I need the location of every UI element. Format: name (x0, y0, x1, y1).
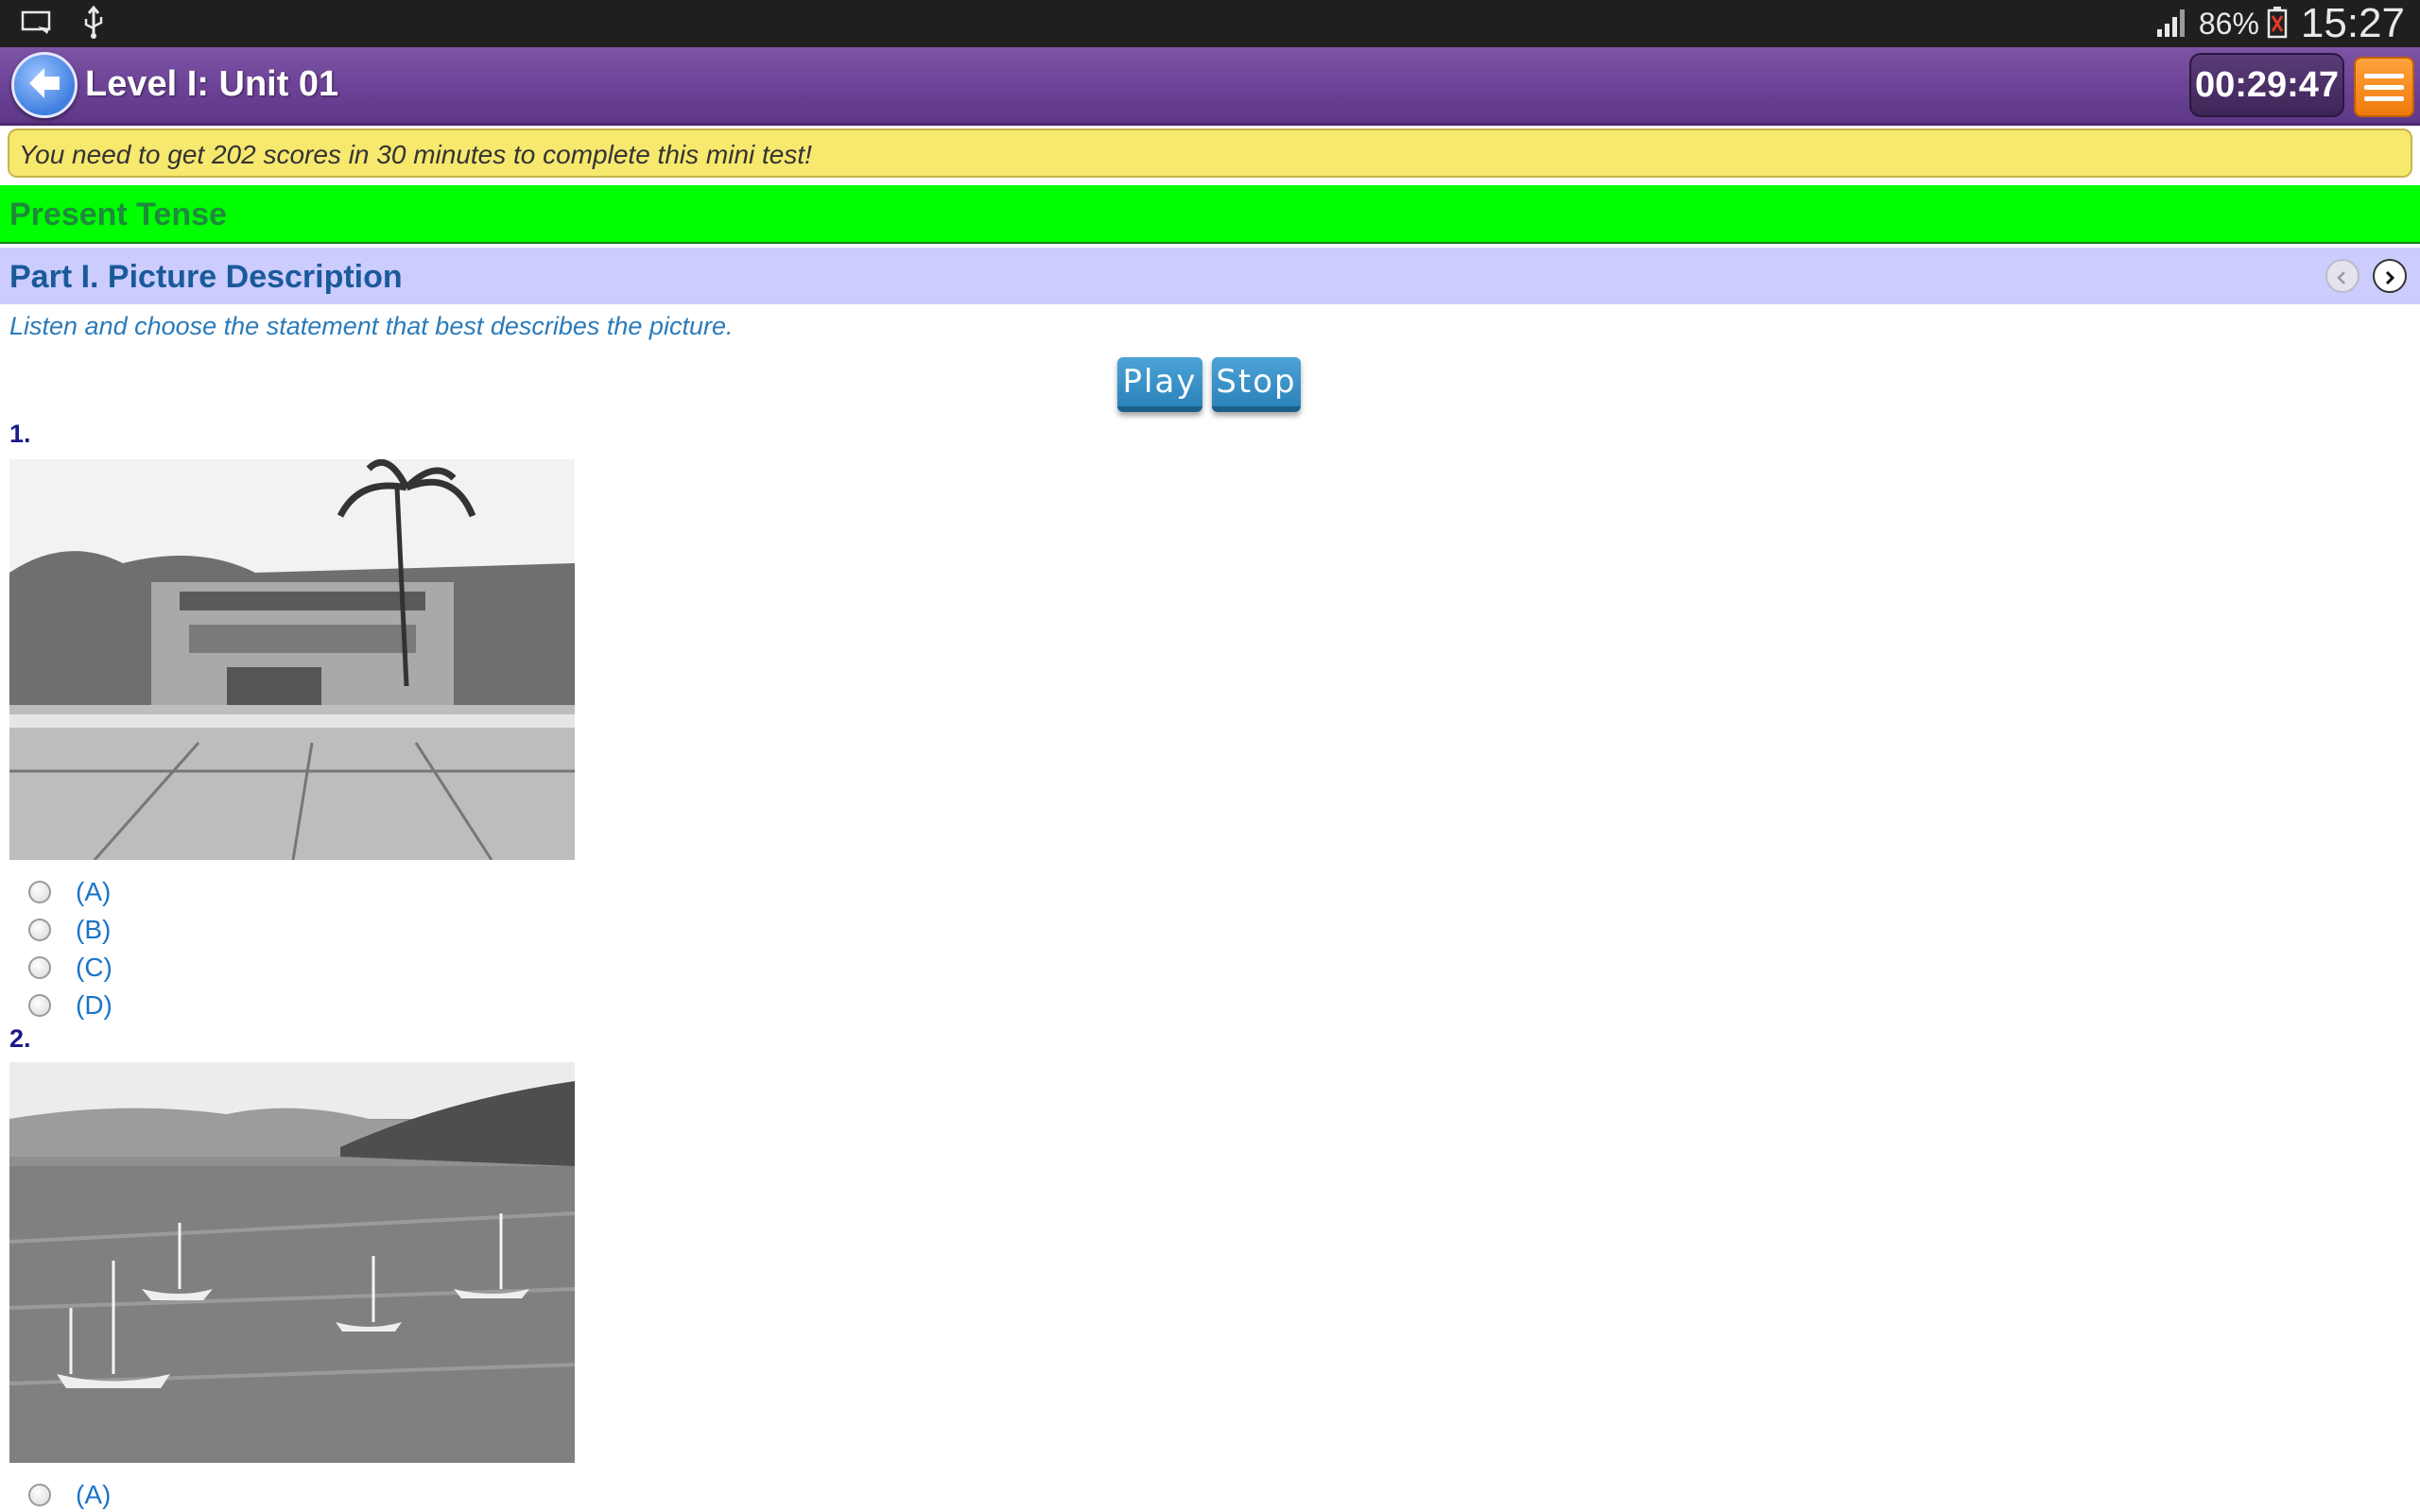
back-arrow-icon (24, 62, 65, 109)
part-title: Part I. Picture Description (9, 259, 403, 295)
radio-button[interactable] (28, 994, 51, 1017)
battery-icon (2267, 5, 2288, 43)
battery-percent: 86% (2198, 6, 2259, 41)
question-number: 1. (9, 420, 31, 448)
signal-icon (2153, 5, 2191, 43)
test-notice: You need to get 202 scores in 30 minutes… (8, 129, 2412, 178)
option-1-c[interactable]: (C) (28, 953, 112, 983)
stop-button[interactable]: Stop (1212, 357, 1301, 412)
screen-cast-icon (21, 9, 55, 41)
part-bar: Part I. Picture Description (0, 248, 2420, 304)
instruction-text: Listen and choose the statement that bes… (9, 312, 734, 340)
option-1-a[interactable]: (A) (28, 877, 111, 907)
status-bar: 86% 15:27 (0, 0, 2420, 47)
radio-button[interactable] (28, 881, 51, 903)
radio-button[interactable] (28, 919, 51, 941)
previous-part-button[interactable] (2325, 259, 2360, 293)
back-button[interactable] (11, 52, 78, 118)
countdown-timer: 00:29:47 (2189, 53, 2344, 117)
menu-button[interactable] (2354, 57, 2414, 117)
question-1-photo (9, 459, 575, 860)
chevron-left-icon (2334, 258, 2351, 295)
hamburger-icon (2364, 73, 2404, 78)
topic-heading: Present Tense (0, 185, 2420, 244)
option-2-a[interactable]: (A) (28, 1480, 111, 1510)
page-title: Level I: Unit 01 (85, 64, 339, 104)
question-2-photo (9, 1062, 575, 1463)
option-1-d[interactable]: (D) (28, 990, 112, 1021)
app-header: Level I: Unit 01 00:29:47 (0, 47, 2420, 126)
question-number: 2. (9, 1024, 31, 1053)
radio-button[interactable] (28, 1484, 51, 1506)
usb-icon (81, 5, 106, 44)
option-1-b[interactable]: (B) (28, 915, 111, 945)
next-part-button[interactable] (2373, 259, 2407, 293)
radio-button[interactable] (28, 956, 51, 979)
clock: 15:27 (2300, 0, 2405, 46)
chevron-right-icon (2381, 258, 2398, 295)
play-button[interactable]: Play (1117, 357, 1202, 412)
